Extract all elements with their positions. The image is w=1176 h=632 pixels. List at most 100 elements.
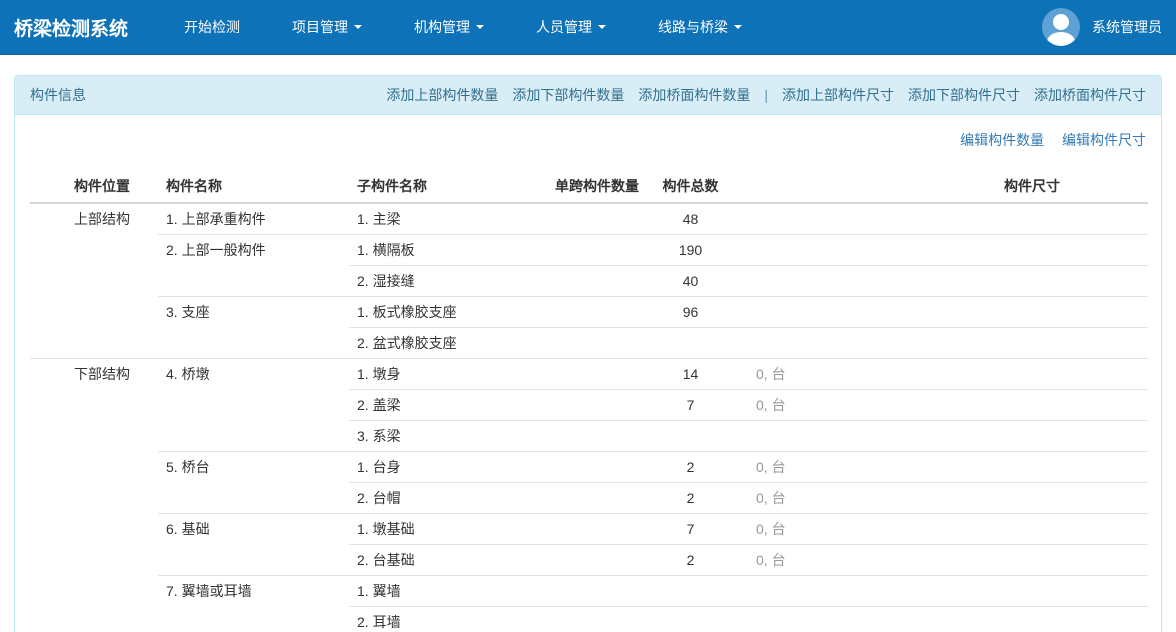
cell-per-span-count [541,514,653,545]
cell-dim-count: 0, 台 [728,359,916,390]
header-per-span-count: 单跨构件数量 [541,170,653,203]
add-deck-component-quantity-link[interactable]: 添加桥面构件数量 [638,85,750,105]
cell-subcomponent-name: 1. 墩基础 [349,514,541,545]
cell-subcomponent-name: 1. 主梁 [349,203,541,235]
cell-total-count [653,328,728,359]
cell-per-span-count [541,452,653,483]
edit-component-size-link[interactable]: 编辑构件尺寸 [1062,132,1146,148]
nav-item-label: 项目管理 [292,17,348,37]
app-brand[interactable]: 桥梁检测系统 [14,14,128,41]
cell-component-name: 3. 支座 [158,297,349,359]
cell-total-count: 48 [653,203,728,235]
cell-dim-count [728,421,916,452]
nav-item-routes-and-bridges[interactable]: 线路与桥梁 [642,0,758,54]
person-icon [1047,32,1075,46]
header-dim-count [728,170,916,203]
cell-component-name: 2. 上部一般构件 [158,235,349,297]
nav-item-label: 机构管理 [414,17,470,37]
cell-component-size [916,390,1148,421]
chevron-down-icon [354,25,362,29]
cell-subcomponent-name: 2. 盖梁 [349,390,541,421]
cell-total-count: 40 [653,266,728,297]
table-header-row: 构件位置 构件名称 子构件名称 单跨构件数量 构件总数 构件尺寸 [30,170,1148,203]
cell-subcomponent-name: 2. 耳墙 [349,607,541,632]
cell-subcomponent-name: 1. 翼墙 [349,576,541,607]
table-row: 7. 翼墙或耳墙1. 翼墙 [30,576,1148,607]
cell-component-size [916,203,1148,235]
nav-item-personnel-management[interactable]: 人员管理 [520,0,622,54]
cell-component-name: 7. 翼墙或耳墙 [158,576,349,632]
main-menu: 开始检测 项目管理 机构管理 人员管理 线路与桥梁 [158,0,768,54]
cell-per-span-count [541,266,653,297]
table-row: 6. 基础1. 墩基础70, 台 [30,514,1148,545]
cell-subcomponent-name: 2. 台帽 [349,483,541,514]
cell-total-count [653,576,728,607]
cell-component-size [916,421,1148,452]
nav-item-label: 线路与桥梁 [658,17,728,37]
cell-per-span-count [541,607,653,632]
navbar-user-area: 系统管理员 [1042,8,1162,46]
current-user-name[interactable]: 系统管理员 [1092,17,1162,37]
cell-dim-count: 0, 台 [728,514,916,545]
component-table: 构件位置 构件名称 子构件名称 单跨构件数量 构件总数 构件尺寸 上部结构1. … [30,170,1148,632]
nav-item-project-management[interactable]: 项目管理 [276,0,378,54]
cell-total-count: 2 [653,452,728,483]
cell-component-size [916,328,1148,359]
cell-subcomponent-name: 2. 盆式橡胶支座 [349,328,541,359]
add-lower-component-size-link[interactable]: 添加下部构件尺寸 [908,85,1020,105]
cell-subcomponent-name: 1. 板式橡胶支座 [349,297,541,328]
cell-component-name: 1. 上部承重构件 [158,203,349,235]
cell-total-count: 190 [653,235,728,266]
add-upper-component-size-link[interactable]: 添加上部构件尺寸 [782,85,894,105]
cell-per-span-count [541,576,653,607]
cell-per-span-count [541,328,653,359]
table-row: 2. 上部一般构件1. 横隔板190 [30,235,1148,266]
cell-per-span-count [541,421,653,452]
header-component-position: 构件位置 [30,170,158,203]
cell-component-size [916,297,1148,328]
person-icon [1053,14,1069,30]
chevron-down-icon [598,25,606,29]
cell-component-size [916,607,1148,632]
cell-subcomponent-name: 1. 横隔板 [349,235,541,266]
add-upper-component-quantity-link[interactable]: 添加上部构件数量 [386,85,498,105]
cell-total-count [653,421,728,452]
table-row: 下部结构4. 桥墩1. 墩身140, 台 [30,359,1148,390]
cell-component-name: 4. 桥墩 [158,359,349,452]
table-row: 5. 桥台1. 台身20, 台 [30,452,1148,483]
edit-component-quantity-link[interactable]: 编辑构件数量 [960,132,1044,148]
panel-body: 编辑构件数量 编辑构件尺寸 构件位置 构件名称 子构件名称 单跨构件数量 构件总… [15,115,1161,632]
cell-subcomponent-name: 3. 系梁 [349,421,541,452]
cell-total-count: 2 [653,483,728,514]
nav-item-organization-management[interactable]: 机构管理 [398,0,500,54]
nav-item-start-inspection[interactable]: 开始检测 [168,0,256,54]
actions-divider: | [764,87,768,103]
cell-total-count: 2 [653,545,728,576]
cell-per-span-count [541,359,653,390]
cell-component-size [916,545,1148,576]
header-component-name: 构件名称 [158,170,349,203]
add-lower-component-quantity-link[interactable]: 添加下部构件数量 [512,85,624,105]
cell-component-size [916,452,1148,483]
nav-item-label: 开始检测 [184,17,240,37]
table-row: 3. 支座1. 板式橡胶支座96 [30,297,1148,328]
cell-component-size [916,483,1148,514]
cell-per-span-count [541,390,653,421]
add-deck-component-size-link[interactable]: 添加桥面构件尺寸 [1034,85,1146,105]
component-info-panel: 构件信息 添加上部构件数量 添加下部构件数量 添加桥面构件数量 | 添加上部构件… [14,75,1162,632]
edit-links-row: 编辑构件数量 编辑构件尺寸 [30,130,1146,150]
cell-subcomponent-name: 1. 墩身 [349,359,541,390]
cell-subcomponent-name: 2. 台基础 [349,545,541,576]
user-avatar[interactable] [1042,8,1080,46]
cell-per-span-count [541,483,653,514]
top-navbar: 桥梁检测系统 开始检测 项目管理 机构管理 人员管理 线路与桥梁 系统管理员 [0,0,1176,55]
cell-per-span-count [541,545,653,576]
cell-dim-count: 0, 台 [728,483,916,514]
cell-subcomponent-name: 1. 台身 [349,452,541,483]
cell-total-count: 7 [653,390,728,421]
cell-component-size [916,576,1148,607]
cell-dim-count [728,607,916,632]
cell-dim-count [728,576,916,607]
cell-dim-count [728,328,916,359]
cell-component-size [916,359,1148,390]
